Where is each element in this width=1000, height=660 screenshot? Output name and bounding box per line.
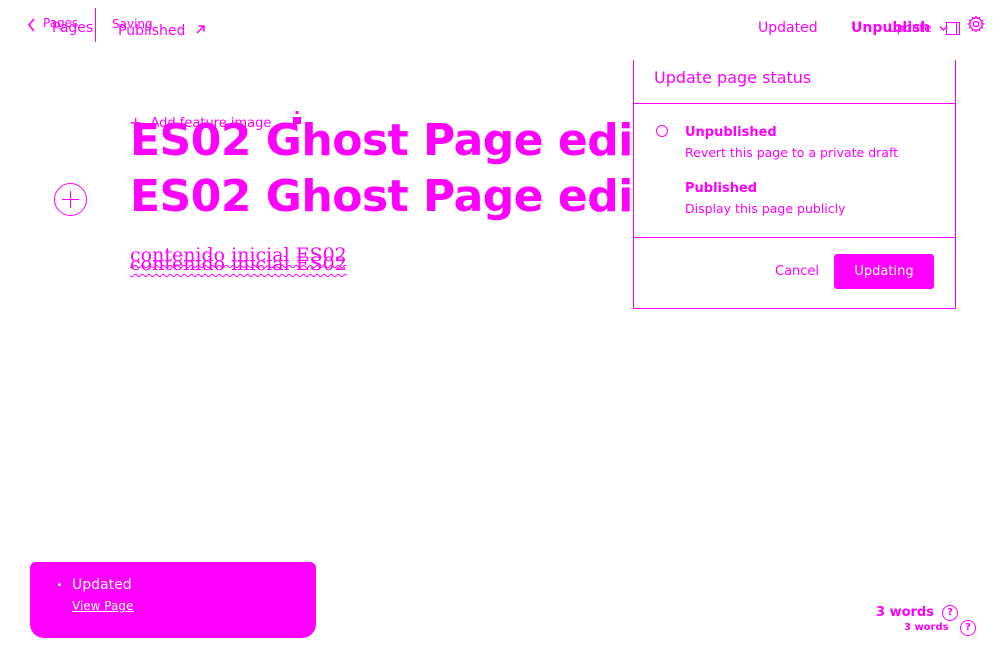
help-icon-ghost[interactable]: ? [960, 620, 976, 636]
option-unpublished-desc: Revert this page to a private draft [685, 145, 899, 160]
body-text-editor[interactable]: contenido inicial ES02 [130, 253, 347, 275]
toast-status-dot [58, 583, 61, 586]
toast-view-link[interactable]: View Page [72, 599, 133, 613]
page-title-ghost: ES02 Ghost Page edit N [130, 115, 705, 166]
updated-indicator: Updated [758, 20, 818, 36]
popover-bottom-divider [634, 237, 955, 238]
header-divider [95, 8, 96, 42]
published-status-link[interactable]: Published [118, 20, 206, 39]
popover-top-divider [634, 103, 955, 104]
popover-title: Update page status [654, 68, 812, 87]
word-count-ghost: 3 words [904, 622, 949, 633]
notification-toast: Updated View Page [30, 562, 316, 638]
option-unpublished-label[interactable]: Unpublished [685, 125, 777, 140]
toast-title: Updated [72, 577, 132, 593]
published-status-text: Published [118, 23, 186, 39]
back-label: Pages [52, 20, 94, 36]
cancel-button[interactable]: Cancel [775, 264, 819, 279]
radio-unpublished[interactable] [656, 125, 668, 137]
update-status-popover: Update page status Unpublished Revert th… [633, 60, 956, 309]
update-button[interactable]: Updating [834, 254, 934, 289]
option-published-label[interactable]: Published [685, 181, 757, 196]
chevron-left-icon [26, 17, 36, 37]
update-dropdown-button[interactable]: Update [888, 17, 948, 36]
sidebar-toggle-icon[interactable] [946, 22, 960, 35]
back-to-pages-link[interactable]: Pages Pages [24, 14, 94, 42]
settings-gear-icon[interactable] [967, 15, 985, 37]
arrow-up-right-icon [195, 20, 206, 39]
help-icon[interactable]: ? [942, 605, 958, 621]
update-dropdown-label: Update [888, 21, 932, 35]
add-card-button[interactable] [54, 183, 87, 216]
option-published-desc: Display this page publicly [685, 201, 846, 216]
word-count: 3 words [876, 605, 934, 620]
